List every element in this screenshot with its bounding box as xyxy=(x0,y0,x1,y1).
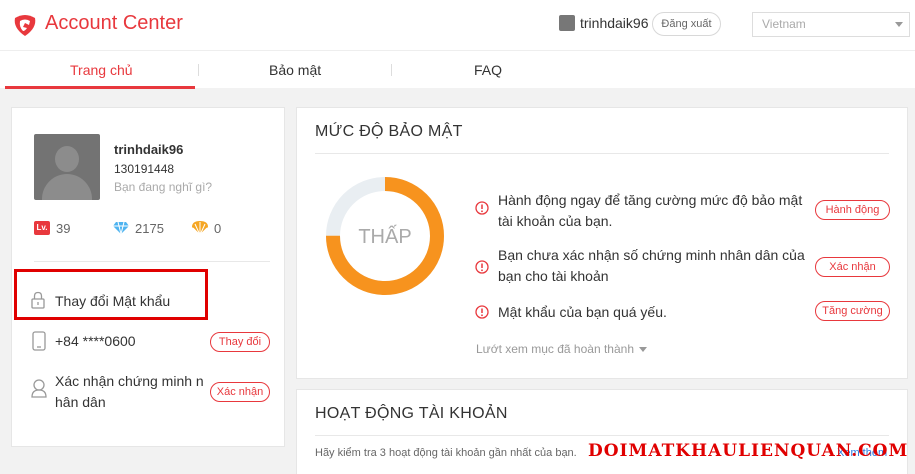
region-select[interactable]: Vietnam xyxy=(752,12,910,37)
alert-icon xyxy=(475,201,489,215)
security-level-card: MỨC ĐỘ BẢO MẬT THẤP Hành động ngay để tă… xyxy=(296,107,908,379)
id-verify-text: Xác nhận chứng minh n xyxy=(55,373,204,389)
phone-number: +84 ****0600 xyxy=(55,333,136,349)
phone-icon xyxy=(32,331,46,351)
logout-button[interactable]: Đăng xuất xyxy=(652,12,721,36)
section-divider xyxy=(315,153,889,154)
id-verify-text-cont: hân dân xyxy=(55,394,106,410)
app-title[interactable]: Account Center xyxy=(45,12,183,35)
top-header: Account Center trinhdaik96 Đăng xuất Vie… xyxy=(0,0,915,50)
profile-name: trinhdaik96 xyxy=(114,142,184,157)
header-username[interactable]: trinhdaik96 xyxy=(580,15,649,31)
issue-text: Hành động ngay để tăng cường mức độ bảo … xyxy=(498,192,803,208)
chevron-down-icon xyxy=(895,22,903,27)
diamond-icon xyxy=(113,221,129,235)
section-divider xyxy=(315,435,889,436)
profile-divider xyxy=(34,261,270,262)
alert-icon xyxy=(475,305,489,319)
view-completed-label: Lướt xem mục đã hoàn thành xyxy=(476,342,634,356)
shell-icon xyxy=(192,221,208,236)
main-nav: Trang chủ Bảo mật FAQ xyxy=(0,50,915,89)
user-id-icon xyxy=(31,379,47,398)
watermark-text: DOIMATKHAULIENQUAN.COM xyxy=(588,441,909,461)
strengthen-password-button[interactable]: Tăng cường xyxy=(815,301,890,321)
level-icon: Lv. xyxy=(34,221,50,235)
tab-security[interactable]: Bảo mật xyxy=(269,62,321,78)
take-action-button[interactable]: Hành động xyxy=(815,200,890,220)
chevron-down-icon xyxy=(639,347,647,353)
tab-home[interactable]: Trang chủ xyxy=(70,62,133,78)
nav-separator xyxy=(198,64,199,76)
confirm-id-button[interactable]: Xác nhận xyxy=(815,257,890,277)
security-gauge: THẤP xyxy=(326,177,444,295)
activity-description: Hãy kiểm tra 3 hoạt động tài khoản gần n… xyxy=(315,447,577,459)
nav-separator xyxy=(391,64,392,76)
issue-text: Mật khẩu của bạn quá yếu. xyxy=(498,304,667,320)
activity-title: HOẠT ĐỘNG TÀI KHOẢN xyxy=(315,405,508,422)
verify-id-button[interactable]: Xác nhận xyxy=(210,382,270,402)
status-input[interactable]: Bạn đang nghĩ gì? xyxy=(114,180,212,194)
region-value: Vietnam xyxy=(762,17,806,31)
change-phone-button[interactable]: Thay đổi xyxy=(210,332,270,352)
level-value: 39 xyxy=(56,221,71,236)
account-activity-card: HOẠT ĐỘNG TÀI KHOẢN Hãy kiểm tra 3 hoạt … xyxy=(296,389,908,474)
issue-text-cont: bạn cho tài khoản xyxy=(498,268,609,284)
view-completed-link[interactable]: Lướt xem mục đã hoàn thành xyxy=(476,342,647,356)
user-avatar-small[interactable] xyxy=(559,15,575,31)
issue-text: Bạn chưa xác nhận số chứng minh nhân dân… xyxy=(498,247,805,263)
garena-logo-icon[interactable] xyxy=(11,10,39,38)
security-level-label: THẤP xyxy=(358,225,411,248)
tab-faq[interactable]: FAQ xyxy=(474,62,502,78)
profile-id: 130191448 xyxy=(114,162,175,176)
highlight-annotation xyxy=(14,269,208,320)
diamond-count: 2175 xyxy=(135,221,164,236)
alert-icon xyxy=(475,260,489,274)
avatar[interactable] xyxy=(34,134,100,200)
active-tab-indicator xyxy=(5,86,195,89)
issue-text-cont: tài khoản của bạn. xyxy=(498,213,613,229)
shell-count: 0 xyxy=(214,221,222,236)
security-title: MỨC ĐỘ BẢO MẬT xyxy=(315,123,463,140)
